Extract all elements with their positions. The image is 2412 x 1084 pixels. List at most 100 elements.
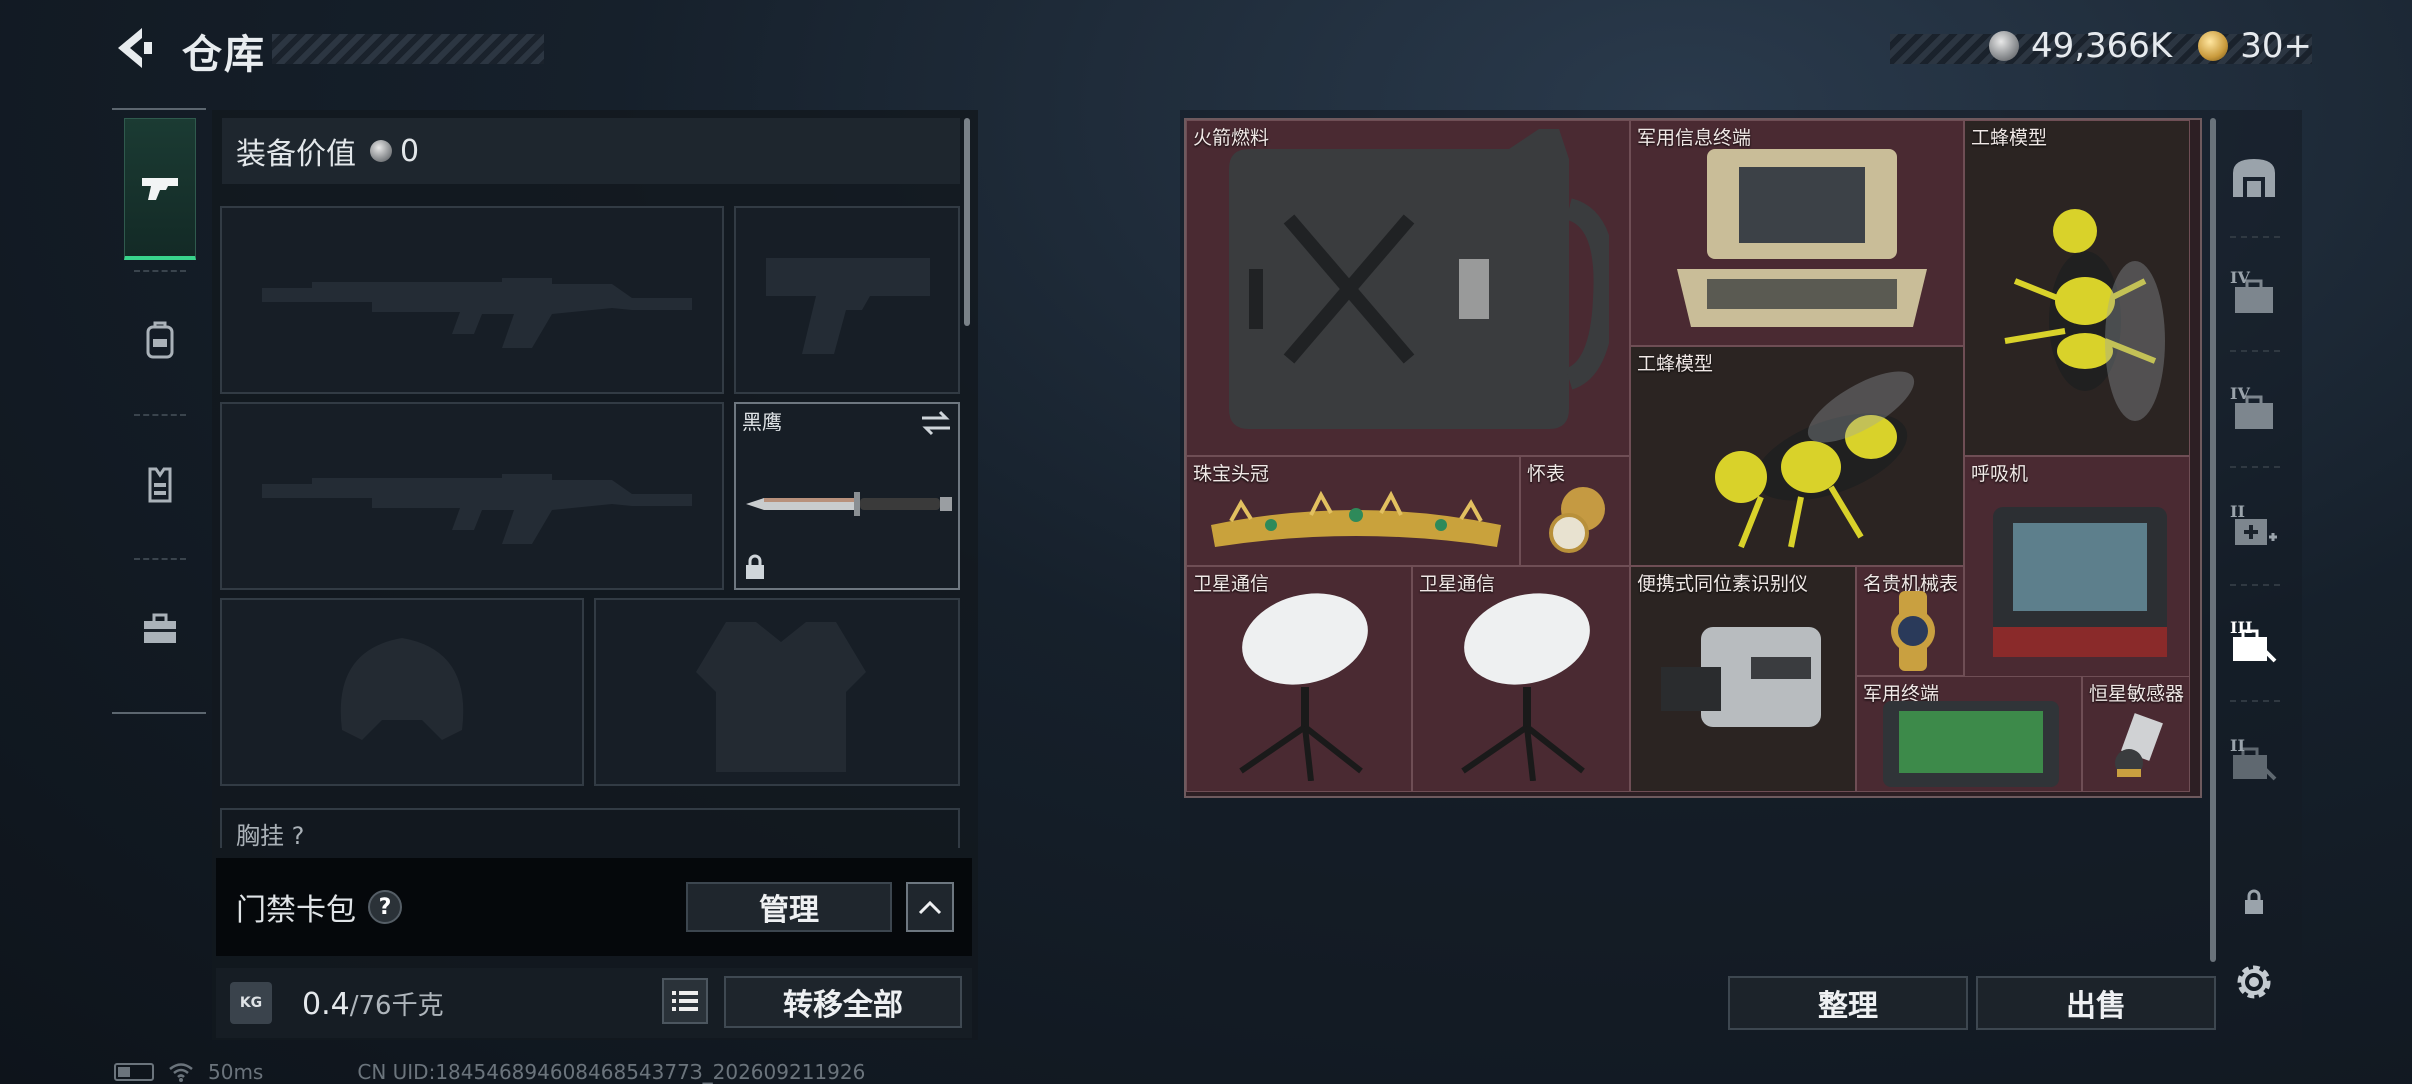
tab-case-iv-1[interactable]: IV — [2224, 264, 2284, 324]
toolbox-icon — [144, 613, 176, 643]
item-rocket-fuel[interactable]: 火箭燃料 — [1186, 120, 1630, 456]
battery-icon — [114, 1063, 154, 1081]
gear-icon — [2237, 965, 2271, 999]
bee-model-icon — [2004, 209, 2165, 421]
item-pocket-watch[interactable]: 怀表 — [1520, 456, 1630, 566]
item-isotope-scanner[interactable]: 便携式同位素识别仪 — [1630, 566, 1856, 792]
item-jewel-crown[interactable]: 珠宝头冠 — [1186, 456, 1520, 566]
item-label: 恒星敏感器 — [2089, 683, 2185, 705]
tab-tool-case-iii[interactable]: III — [2224, 614, 2284, 674]
status-bar: 50ms CN UID:18454689460846854377З_202609… — [114, 1060, 865, 1084]
equipment-value-label: 装备价值 — [236, 137, 356, 172]
melee-slot[interactable]: 黑鹰 — [734, 402, 960, 590]
lock-icon — [2245, 889, 2263, 914]
jerrycan-icon — [1229, 129, 1609, 429]
back-button[interactable] — [112, 24, 156, 72]
sell-button[interactable]: 出售 — [1976, 976, 2216, 1030]
crown-icon — [1211, 490, 1501, 547]
helmet-slot[interactable] — [220, 598, 584, 786]
back-arrow-icon — [118, 28, 152, 68]
settings-button[interactable] — [2224, 952, 2284, 1012]
chest-rig-slot[interactable]: 胸挂 ? — [220, 808, 960, 848]
weight-icon: KG — [230, 982, 272, 1024]
item-luxury-watch[interactable]: 名贵机械表 — [1856, 566, 1964, 676]
tab-safe-box[interactable] — [2224, 148, 2284, 208]
item-respirator[interactable]: 呼吸机 — [1964, 456, 2190, 682]
equipment-value: 0 — [400, 133, 420, 169]
silver-coin-icon — [370, 140, 392, 162]
tab-medical-case[interactable]: II — [2224, 498, 2284, 558]
rifle-silhouette-icon — [262, 474, 692, 544]
list-view-button[interactable] — [662, 978, 708, 1024]
item-star-sensor[interactable]: 恒星敏感器 — [2082, 676, 2190, 792]
item-label: 呼吸机 — [1971, 463, 2029, 485]
item-worker-bee-2[interactable]: 工蜂模型 — [1630, 346, 1964, 566]
pistol-silhouette-icon — [766, 258, 930, 354]
item-satcom-1[interactable]: 卫星通信 — [1186, 566, 1412, 792]
tab-weapon[interactable] — [124, 118, 196, 260]
tidy-button[interactable]: 整理 — [1728, 976, 1968, 1030]
list-icon — [672, 991, 698, 1011]
tier-label: III — [2230, 618, 2253, 637]
armor-slot[interactable] — [594, 598, 960, 786]
melee-item-label: 黑鹰 — [742, 410, 782, 434]
chevron-up-icon — [918, 900, 942, 915]
rifle-silhouette-icon — [262, 278, 692, 348]
keycard-bar: 门禁卡包 ? 管理 — [216, 858, 972, 956]
container-grid: 火箭燃料 军用信息终端 工蜂模型 工蜂模型 珠宝头冠 怀表 呼吸机 卫星通信 卫… — [1184, 118, 2202, 798]
star-sensor-icon — [2115, 713, 2163, 777]
title-decoration — [272, 34, 544, 64]
scanner-icon — [1661, 627, 1821, 727]
weight-bar: KG 0.4/76千克 转移全部 — [216, 968, 972, 1038]
tab-tool-case-ii[interactable]: II — [2224, 732, 2284, 792]
tablet-icon — [1883, 701, 2059, 787]
safe-box-icon — [2233, 159, 2275, 197]
item-worker-bee-1[interactable]: 工蜂模型 — [1964, 120, 2190, 456]
wristwatch-icon — [1891, 591, 1935, 671]
tab-backpack[interactable] — [124, 270, 196, 412]
container-tabs: IV IV II III II — [2216, 118, 2292, 999]
ping-text: 50ms — [208, 1060, 264, 1084]
bee-model-icon — [1715, 371, 1915, 549]
satellite-dish-icon — [1239, 593, 1368, 781]
gold-amount: 30+ — [2240, 26, 2312, 66]
help-icon[interactable]: ? — [368, 890, 402, 924]
rugged-laptop-icon — [1677, 149, 1927, 327]
armor-silhouette-icon — [696, 622, 866, 772]
pistol-slot[interactable] — [734, 206, 960, 394]
gold-coin-icon — [2198, 31, 2229, 61]
swap-icon[interactable] — [920, 410, 952, 436]
tab-toolbox[interactable] — [124, 558, 196, 700]
tab-vest[interactable] — [124, 414, 196, 556]
primary-weapon-slot[interactable] — [220, 206, 724, 394]
currency-bar: 49,366K 30+ — [1988, 26, 2312, 66]
silver-amount: 49,366K — [2030, 26, 2173, 66]
item-label: 珠宝头冠 — [1193, 463, 1270, 485]
pocket-watch-icon — [1549, 487, 1605, 553]
keycard-manage-button[interactable]: 管理 — [686, 882, 892, 932]
item-satcom-2[interactable]: 卫星通信 — [1412, 566, 1630, 792]
transfer-all-button[interactable]: 转移全部 — [724, 976, 962, 1028]
helmet-silhouette-icon — [340, 638, 464, 740]
knife-icon — [746, 492, 952, 516]
equipment-scrollbar[interactable] — [964, 118, 970, 326]
backpack-icon — [146, 321, 174, 359]
silver-coin-icon — [1988, 31, 2019, 61]
wifi-icon — [169, 1063, 193, 1082]
secondary-weapon-slot[interactable] — [220, 402, 724, 590]
tab-locked[interactable] — [2224, 872, 2284, 932]
tier-label: IV — [2230, 268, 2250, 287]
item-label: 便携式同位素识别仪 — [1637, 573, 1809, 595]
equipment-value-bar: 装备价值 0 — [222, 118, 960, 184]
item-military-terminal-small[interactable]: 军用终端 — [1856, 676, 2082, 792]
weight-readout: 0.4/76千克 — [302, 986, 444, 1022]
expand-toggle-button[interactable] — [906, 882, 954, 932]
keycard-label: 门禁卡包 — [236, 893, 356, 928]
item-military-terminal[interactable]: 军用信息终端 — [1630, 120, 1964, 346]
satellite-dish-icon — [1461, 593, 1590, 781]
tier-label: II — [2230, 502, 2245, 521]
tier-label: IV — [2230, 384, 2250, 403]
tab-case-iv-2[interactable]: IV — [2224, 380, 2284, 440]
left-category-tabs — [112, 108, 206, 714]
page-title: 仓库 — [182, 32, 266, 78]
